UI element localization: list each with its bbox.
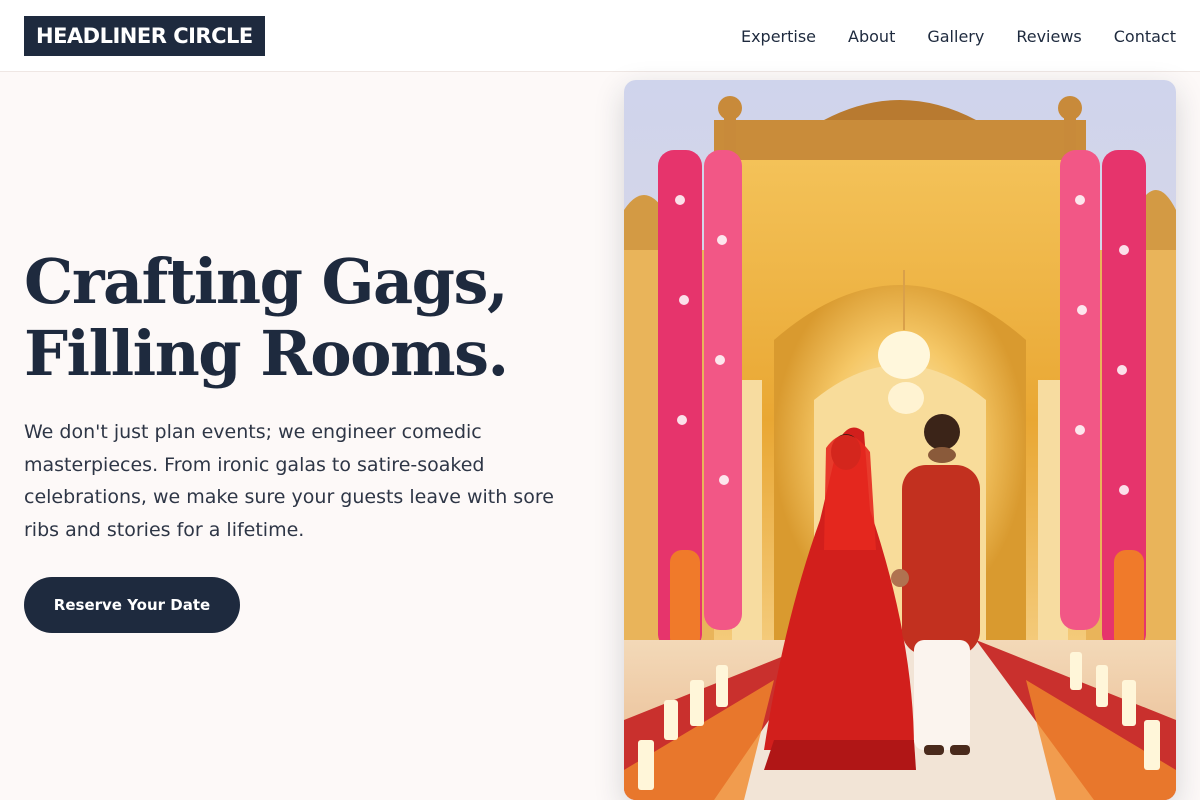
hero-title-line-1: Crafting Gags, — [24, 245, 509, 318]
nav-link-expertise[interactable]: Expertise — [741, 27, 816, 46]
brand-logo[interactable]: HEADLINER CIRCLE — [24, 16, 265, 56]
main-nav: Expertise About Gallery Reviews Contact — [741, 0, 1176, 72]
nav-link-gallery[interactable]: Gallery — [927, 27, 984, 46]
reserve-date-button[interactable]: Reserve Your Date — [24, 577, 240, 633]
site-header: HEADLINER CIRCLE Expertise About Gallery… — [0, 0, 1200, 72]
nav-link-about[interactable]: About — [848, 27, 895, 46]
nav-link-reviews[interactable]: Reviews — [1016, 27, 1081, 46]
hero-title-line-2: Filling Rooms. — [24, 317, 509, 390]
nav-link-contact[interactable]: Contact — [1114, 27, 1176, 46]
hero-title: Crafting Gags, Filling Rooms. — [24, 246, 604, 390]
hero-description: We don't just plan events; we engineer c… — [24, 421, 554, 541]
hero-photo — [624, 80, 1176, 800]
wedding-couple-image — [624, 80, 1176, 800]
